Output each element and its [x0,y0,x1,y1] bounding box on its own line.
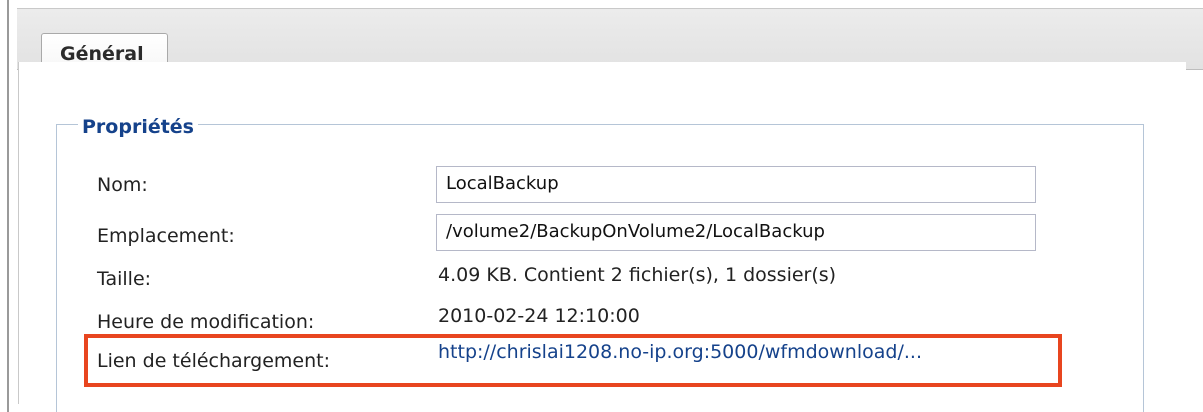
download-link-label: Lien de téléchargement: [97,350,330,372]
tab-strip: Général [17,8,1203,72]
size-value: 4.09 KB. Contient 2 fichier(s), 1 dossie… [438,264,837,286]
properties-legend: Propriétés [78,116,198,138]
modified-value: 2010-02-24 12:10:00 [438,305,640,327]
download-link[interactable]: http://chrislai1208.no-ip.org:5000/wfmdo… [438,341,922,363]
size-label: Taille: [97,268,152,290]
modified-label: Heure de modification: [97,311,315,333]
location-field[interactable]: /volume2/BackupOnVolume2/LocalBackup [436,214,1036,251]
name-field[interactable]: LocalBackup [436,166,1036,203]
name-label: Nom: [97,174,148,196]
location-label: Emplacement: [97,225,235,247]
